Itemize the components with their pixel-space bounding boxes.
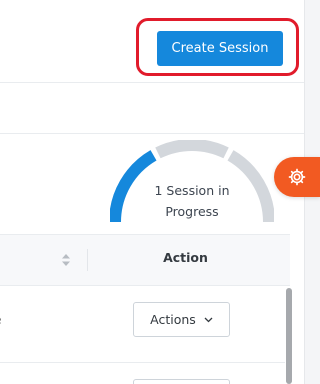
action-column-header: Action [163, 250, 208, 265]
gauge-label-line1: 1 Session in [154, 183, 230, 198]
gauge-segment [155, 140, 229, 159]
highlight-annotation [136, 18, 299, 76]
divider [0, 133, 304, 134]
row-divider [0, 362, 285, 363]
gauge-label: 1 Session in Progress [132, 180, 252, 222]
gauge-label-line2: Progress [165, 204, 219, 219]
gear-icon [288, 168, 306, 186]
settings-button[interactable] [274, 157, 320, 197]
row-name-cell: e [0, 313, 1, 327]
sort-icon[interactable] [61, 252, 71, 268]
actions-button-label: Actions [150, 312, 196, 327]
scrollbar-thumb[interactable] [286, 288, 292, 384]
row-actions-button[interactable] [133, 379, 230, 384]
divider [0, 82, 304, 83]
chevron-down-icon [204, 317, 213, 322]
row-actions-button[interactable]: Actions [133, 302, 230, 337]
